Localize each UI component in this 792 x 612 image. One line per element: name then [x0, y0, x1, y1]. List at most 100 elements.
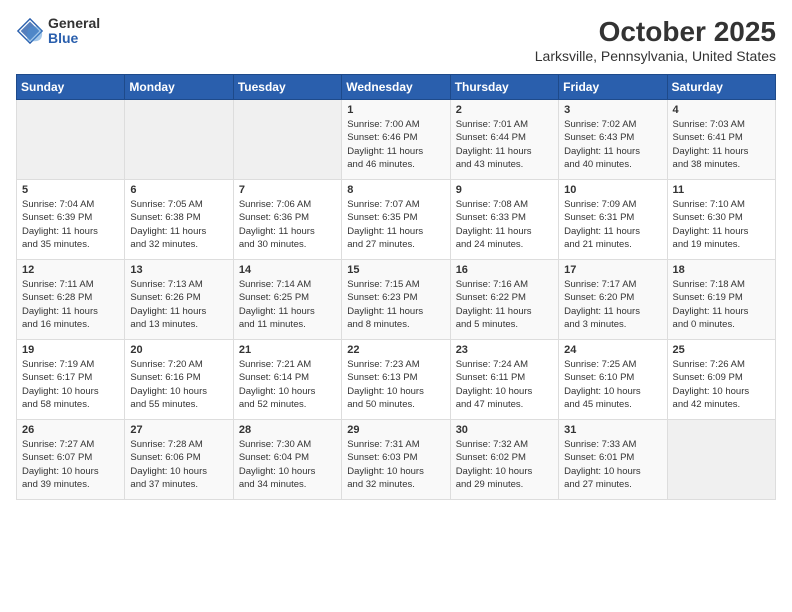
calendar-cell: 10 Sunrise: 7:09 AMSunset: 6:31 PMDayligh…: [559, 180, 667, 260]
calendar-cell: 20Sunrise: 7:20 AMSunset: 6:16 PMDayligh…: [125, 340, 233, 420]
calendar-cell: 23 Sunrise: 7:24 AMSunset: 6:11 PMDayligh…: [450, 340, 558, 420]
day-header-tuesday: Tuesday: [233, 75, 341, 100]
calendar-cell: 26 Sunrise: 7:27 AMSunset: 6:07 PMDayligh…: [17, 420, 125, 500]
cell-content: Sunrise: 7:30 AMSunset: 6:04 PMDaylight:…: [239, 438, 336, 491]
calendar-week-row: 26 Sunrise: 7:27 AMSunset: 6:07 PMDayligh…: [17, 420, 776, 500]
logo-text: General Blue: [48, 16, 100, 47]
day-number: 3: [564, 104, 661, 116]
cell-content: Sunrise: 7:04 AMSunset: 6:39 PMDaylight:…: [22, 198, 119, 251]
day-number: 26: [22, 424, 119, 436]
calendar-cell: 4 Sunrise: 7:03 AMSunset: 6:41 PMDaylight…: [667, 100, 775, 180]
calendar-cell: 9 Sunrise: 7:08 AMSunset: 6:33 PMDaylight…: [450, 180, 558, 260]
calendar-cell: 19 Sunrise: 7:19 AMSunset: 6:17 PMDayligh…: [17, 340, 125, 420]
day-number: 31: [564, 424, 661, 436]
cell-content: Sunrise: 7:28 AMSunset: 6:06 PMDaylight:…: [130, 438, 227, 491]
calendar-cell: 2 Sunrise: 7:01 AMSunset: 6:44 PMDaylight…: [450, 100, 558, 180]
cell-content: Sunrise: 7:09 AMSunset: 6:31 PMDaylight:…: [564, 198, 661, 251]
logo-icon: [16, 17, 44, 45]
day-number: 12: [22, 264, 119, 276]
calendar-cell: 16 Sunrise: 7:16 AMSunset: 6:22 PMDayligh…: [450, 260, 558, 340]
calendar-cell: 14 Sunrise: 7:14 AMSunset: 6:25 PMDayligh…: [233, 260, 341, 340]
cell-content: Sunrise: 7:20 AMSunset: 6:16 PMDaylight:…: [130, 358, 227, 411]
calendar-cell: 12 Sunrise: 7:11 AMSunset: 6:28 PMDayligh…: [17, 260, 125, 340]
calendar-week-row: 19 Sunrise: 7:19 AMSunset: 6:17 PMDayligh…: [17, 340, 776, 420]
cell-content: Sunrise: 7:15 AMSunset: 6:23 PMDaylight:…: [347, 278, 444, 331]
calendar-cell: 13 Sunrise: 7:13 AMSunset: 6:26 PMDayligh…: [125, 260, 233, 340]
calendar-cell: [667, 420, 775, 500]
cell-content: Sunrise: 7:14 AMSunset: 6:25 PMDaylight:…: [239, 278, 336, 331]
cell-content: Sunrise: 7:27 AMSunset: 6:07 PMDaylight:…: [22, 438, 119, 491]
day-number: 7: [239, 184, 336, 196]
cell-content: Sunrise: 7:13 AMSunset: 6:26 PMDaylight:…: [130, 278, 227, 331]
day-number: 2: [456, 104, 553, 116]
cell-content: Sunrise: 7:07 AMSunset: 6:35 PMDaylight:…: [347, 198, 444, 251]
cell-content: Sunrise: 7:17 AMSunset: 6:20 PMDaylight:…: [564, 278, 661, 331]
day-number: 19: [22, 344, 119, 356]
day-number: 25: [673, 344, 770, 356]
day-number: 21: [239, 344, 336, 356]
calendar-cell: 31 Sunrise: 7:33 AMSunset: 6:01 PMDayligh…: [559, 420, 667, 500]
day-number: 13: [130, 264, 227, 276]
day-number: 6: [130, 184, 227, 196]
cell-content: Sunrise: 7:11 AMSunset: 6:28 PMDaylight:…: [22, 278, 119, 331]
day-number: 11: [673, 184, 770, 196]
calendar-cell: 6 Sunrise: 7:05 AMSunset: 6:38 PMDaylight…: [125, 180, 233, 260]
logo-blue: Blue: [48, 31, 100, 46]
calendar-table: SundayMondayTuesdayWednesdayThursdayFrid…: [16, 74, 776, 500]
cell-content: Sunrise: 7:02 AMSunset: 6:43 PMDaylight:…: [564, 118, 661, 171]
calendar-cell: 11 Sunrise: 7:10 AMSunset: 6:30 PMDayligh…: [667, 180, 775, 260]
cell-content: Sunrise: 7:31 AMSunset: 6:03 PMDaylight:…: [347, 438, 444, 491]
calendar-cell: 22 Sunrise: 7:23 AMSunset: 6:13 PMDayligh…: [342, 340, 450, 420]
calendar-header-row: SundayMondayTuesdayWednesdayThursdayFrid…: [17, 75, 776, 100]
cell-content: Sunrise: 7:03 AMSunset: 6:41 PMDaylight:…: [673, 118, 770, 171]
calendar-title: October 2025: [535, 16, 776, 48]
calendar-cell: 27 Sunrise: 7:28 AMSunset: 6:06 PMDayligh…: [125, 420, 233, 500]
cell-content: Sunrise: 7:16 AMSunset: 6:22 PMDaylight:…: [456, 278, 553, 331]
day-number: 5: [22, 184, 119, 196]
cell-content: Sunrise: 7:21 AMSunset: 6:14 PMDaylight:…: [239, 358, 336, 411]
calendar-cell: 8Sunrise: 7:07 AMSunset: 6:35 PMDaylight…: [342, 180, 450, 260]
calendar-cell: 25 Sunrise: 7:26 AMSunset: 6:09 PMDayligh…: [667, 340, 775, 420]
calendar-cell: [17, 100, 125, 180]
calendar-cell: 17 Sunrise: 7:17 AMSunset: 6:20 PMDayligh…: [559, 260, 667, 340]
day-number: 29: [347, 424, 444, 436]
day-number: 22: [347, 344, 444, 356]
day-number: 14: [239, 264, 336, 276]
cell-content: Sunrise: 7:33 AMSunset: 6:01 PMDaylight:…: [564, 438, 661, 491]
day-number: 9: [456, 184, 553, 196]
cell-content: Sunrise: 7:08 AMSunset: 6:33 PMDaylight:…: [456, 198, 553, 251]
cell-content: Sunrise: 7:24 AMSunset: 6:11 PMDaylight:…: [456, 358, 553, 411]
logo: General Blue: [16, 16, 100, 47]
day-number: 24: [564, 344, 661, 356]
cell-content: Sunrise: 7:00 AMSunset: 6:46 PMDaylight:…: [347, 118, 444, 171]
day-header-friday: Friday: [559, 75, 667, 100]
day-header-saturday: Saturday: [667, 75, 775, 100]
day-header-monday: Monday: [125, 75, 233, 100]
title-block: October 2025 Larksville, Pennsylvania, U…: [535, 16, 776, 64]
calendar-cell: 7Sunrise: 7:06 AMSunset: 6:36 PMDaylight…: [233, 180, 341, 260]
calendar-cell: 3 Sunrise: 7:02 AMSunset: 6:43 PMDaylight…: [559, 100, 667, 180]
calendar-week-row: 12 Sunrise: 7:11 AMSunset: 6:28 PMDayligh…: [17, 260, 776, 340]
cell-content: Sunrise: 7:05 AMSunset: 6:38 PMDaylight:…: [130, 198, 227, 251]
cell-content: Sunrise: 7:10 AMSunset: 6:30 PMDaylight:…: [673, 198, 770, 251]
day-number: 15: [347, 264, 444, 276]
calendar-subtitle: Larksville, Pennsylvania, United States: [535, 48, 776, 64]
day-number: 23: [456, 344, 553, 356]
calendar-cell: 15 Sunrise: 7:15 AMSunset: 6:23 PMDayligh…: [342, 260, 450, 340]
day-number: 16: [456, 264, 553, 276]
calendar-cell: 18Sunrise: 7:18 AMSunset: 6:19 PMDayligh…: [667, 260, 775, 340]
cell-content: Sunrise: 7:18 AMSunset: 6:19 PMDaylight:…: [673, 278, 770, 331]
day-number: 28: [239, 424, 336, 436]
cell-content: Sunrise: 7:26 AMSunset: 6:09 PMDaylight:…: [673, 358, 770, 411]
calendar-week-row: 5 Sunrise: 7:04 AMSunset: 6:39 PMDaylight…: [17, 180, 776, 260]
cell-content: Sunrise: 7:01 AMSunset: 6:44 PMDaylight:…: [456, 118, 553, 171]
calendar-cell: 29 Sunrise: 7:31 AMSunset: 6:03 PMDayligh…: [342, 420, 450, 500]
day-number: 4: [673, 104, 770, 116]
page-header: General Blue October 2025 Larksville, Pe…: [16, 16, 776, 64]
day-number: 17: [564, 264, 661, 276]
cell-content: Sunrise: 7:23 AMSunset: 6:13 PMDaylight:…: [347, 358, 444, 411]
calendar-cell: 30Sunrise: 7:32 AMSunset: 6:02 PMDayligh…: [450, 420, 558, 500]
cell-content: Sunrise: 7:19 AMSunset: 6:17 PMDaylight:…: [22, 358, 119, 411]
day-number: 10: [564, 184, 661, 196]
day-number: 27: [130, 424, 227, 436]
